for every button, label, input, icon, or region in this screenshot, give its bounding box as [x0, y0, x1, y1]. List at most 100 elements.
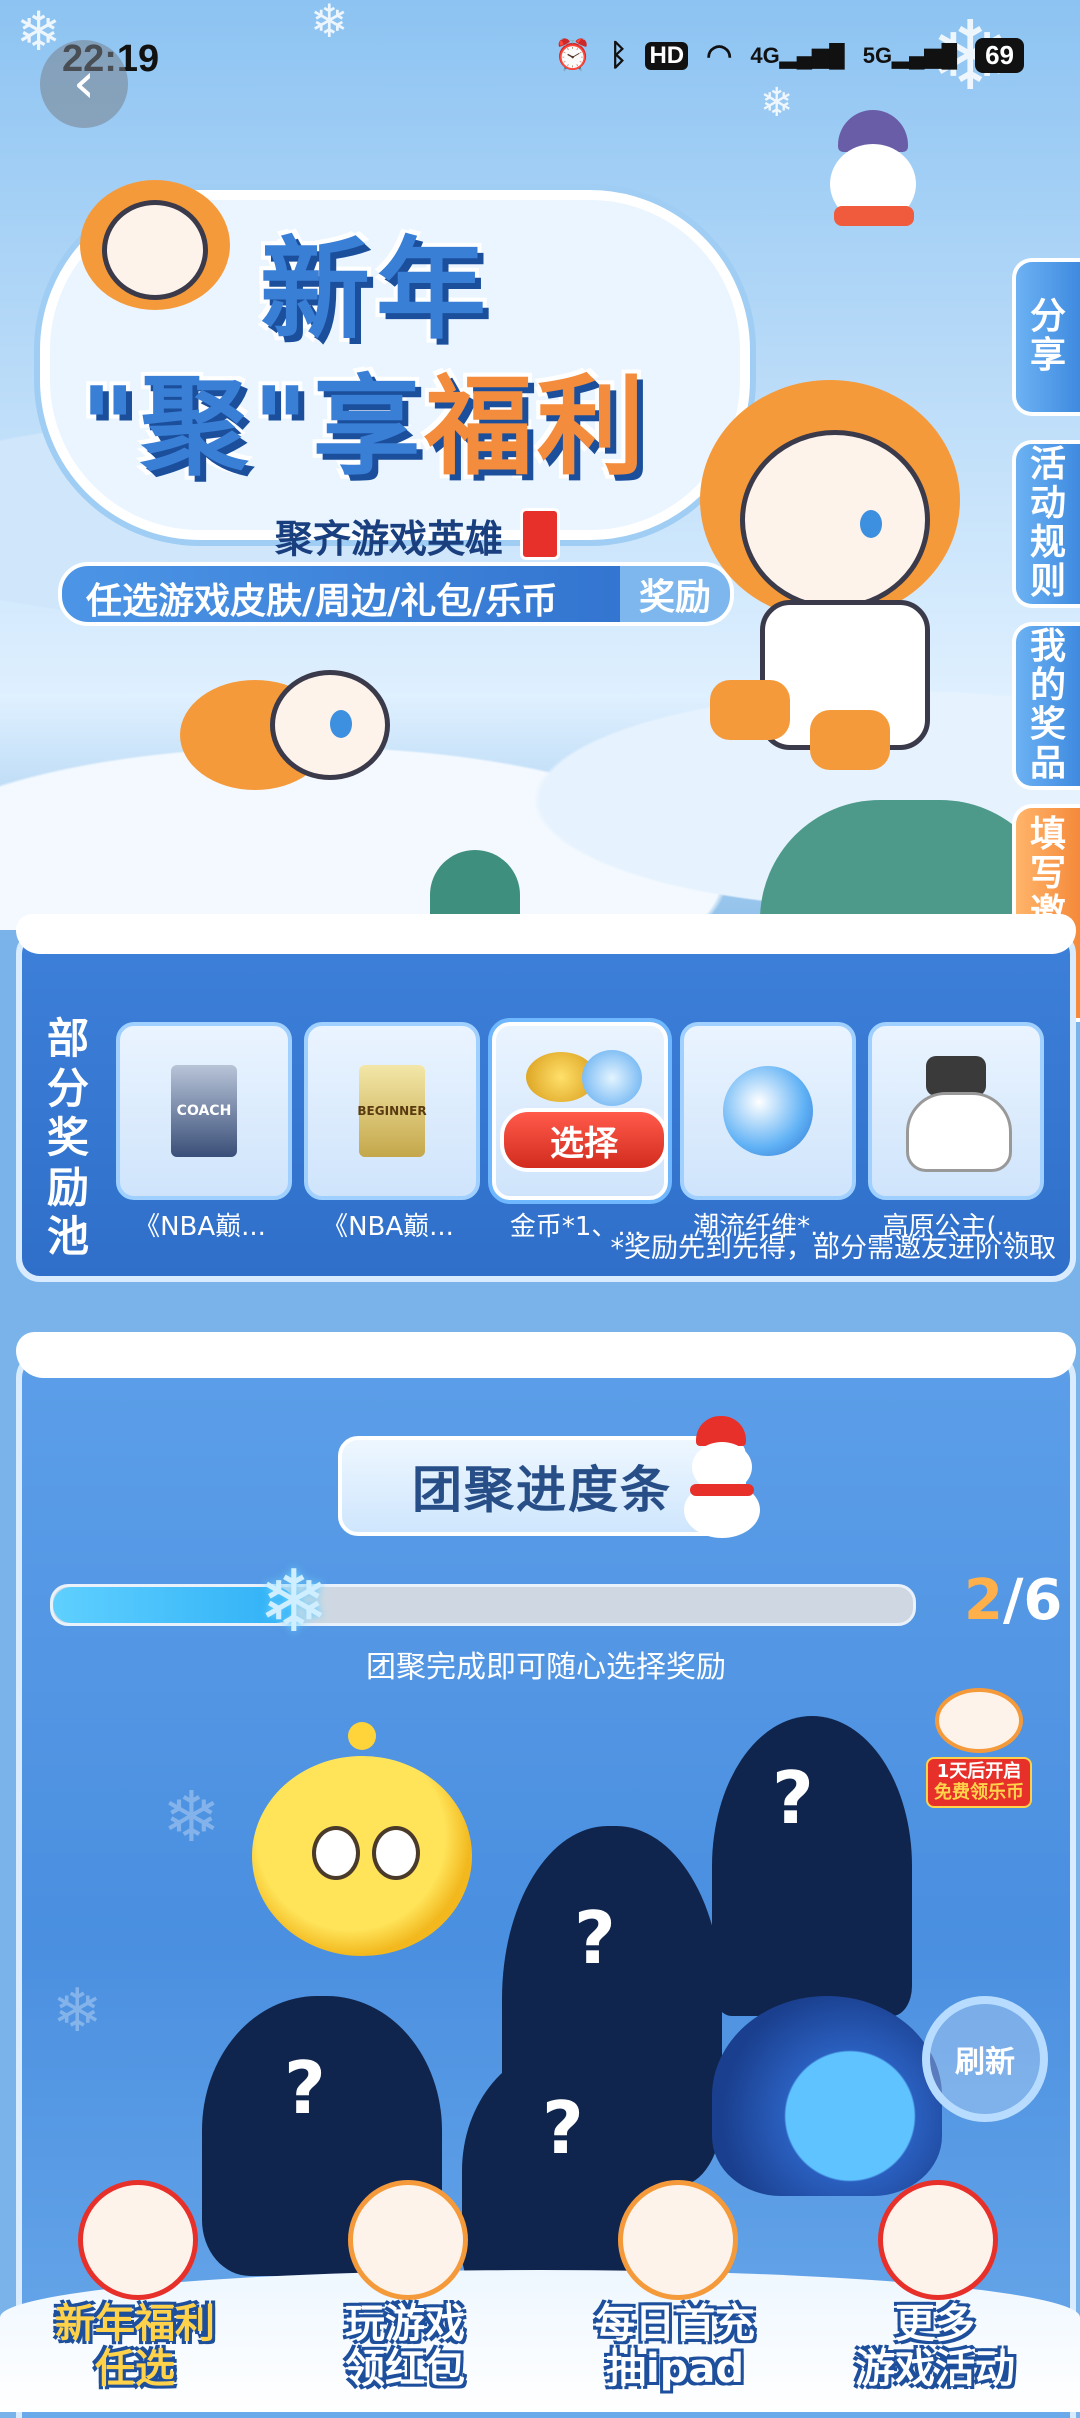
side-tab-invite-char: 写: [1029, 852, 1066, 894]
reward-item[interactable]: BEGINNER 《NBA巅...: [304, 1022, 480, 1243]
reward-card: [680, 1022, 856, 1200]
side-tab-share-char: 分: [1029, 296, 1066, 338]
battery-icon: 69: [975, 38, 1024, 73]
promo-badge: 1天后开启 免费领乐币: [926, 1756, 1032, 1808]
mascot-nav-icon: [348, 2180, 468, 2300]
snowflake-icon: ❄: [162, 1776, 221, 1858]
locked-hero-question: ?: [574, 1896, 616, 1980]
nav-daily-recharge[interactable]: 每日首充 抽ipad: [550, 2160, 800, 2412]
nav-more-activities[interactable]: 更多 游戏活动: [810, 2160, 1060, 2412]
title-quote: "聚": [80, 365, 313, 490]
title-line-2: "聚"享福利: [80, 340, 649, 496]
pool-label-char: 励: [46, 1162, 89, 1212]
nav-label: 更多 游戏活动: [810, 2302, 1060, 2392]
side-tab-prizes-char: 品: [1029, 742, 1066, 784]
mascot-large-winking: [680, 360, 1000, 780]
back-button[interactable]: ‹: [40, 40, 128, 128]
side-tab-rules-char: 动: [1029, 483, 1066, 525]
reward-item[interactable]: COACH 《NBA巅...: [116, 1022, 292, 1243]
reward-banner-text: 任选游戏皮肤/周边/礼包/乐币: [86, 581, 558, 622]
title-share: 享: [312, 365, 425, 490]
nav-label-line: 每日首充: [595, 2301, 755, 2347]
side-tab-share[interactable]: 分 享: [1012, 258, 1080, 416]
alarm-icon: ⏰: [554, 39, 592, 72]
locked-hero-question: ?: [284, 2046, 326, 2130]
pool-label-char: 分: [46, 1063, 89, 1113]
side-tab-prizes-char: 奖: [1029, 704, 1066, 745]
nav-new-year-welfare[interactable]: 新年福利 任选: [10, 2160, 260, 2412]
snowman-icon: [682, 1416, 762, 1538]
reward-pool-label: 部 分 奖 励 池: [40, 1014, 96, 1262]
red-envelope-icon: [520, 508, 560, 560]
side-tab-invite-char: 填: [1029, 813, 1066, 855]
5g-signal-icon: 5G▂▄▆█: [862, 42, 958, 68]
snow-cap: [16, 914, 1076, 954]
progress-count: 2/6: [964, 1568, 1062, 1633]
nav-label: 新年福利 任选: [10, 2302, 260, 2392]
side-tab-rules-char: 则: [1029, 560, 1066, 602]
pool-label-char: 部: [46, 1014, 89, 1063]
reward-pool-note: *奖励先到先得，部分需邀友进阶领取: [610, 1233, 1057, 1264]
status-bar: 22:19 ⏰ ᛒ HD ◠ 4G▂▄▆█ 5G▂▄▆█ 69: [0, 0, 1080, 120]
fiber-orb-icon: [723, 1066, 813, 1156]
nav-label-line: 领红包: [345, 2345, 465, 2392]
reward-item[interactable]: 潮流纤维*...: [680, 1022, 856, 1243]
side-tab-prizes-char: 我: [1029, 626, 1066, 668]
select-button[interactable]: 选择: [500, 1108, 668, 1172]
nav-label-line: 更多: [895, 2301, 975, 2347]
progress-bar: ❄: [50, 1557, 916, 1647]
reward-item-name: 《NBA巅...: [134, 1212, 266, 1242]
reward-item-name: 《NBA巅...: [322, 1212, 454, 1242]
status-icons: ⏰ ᛒ HD ◠ 4G▂▄▆█ 5G▂▄▆█ 69: [554, 38, 1024, 73]
reward-item-selected[interactable]: 选择 金币*1、...: [492, 1022, 668, 1243]
mascot-nav-icon: [878, 2180, 998, 2300]
nav-label-line: 新年福利: [55, 2301, 215, 2347]
nav-label-line: 抽ipad: [606, 2345, 744, 2392]
pool-label-char: 池: [46, 1212, 89, 1262]
pool-label-char: 奖: [46, 1113, 89, 1163]
promo-line-1: 1天后开启: [936, 1760, 1022, 1782]
reward-pool-panel: 部 分 奖 励 池 COACH 《NBA巅... BEGINNER 《NBA巅.…: [16, 914, 1076, 1282]
bottom-nav: 新年福利 任选 玩游戏 领红包 每日首充 抽ipad 更多 游戏活动: [0, 2160, 1080, 2412]
refresh-label: 刷新: [955, 2045, 1015, 2080]
reward-card: COACH: [116, 1022, 292, 1200]
reward-card: BEGINNER: [304, 1022, 480, 1200]
bluetooth-icon: ᛒ: [609, 38, 628, 72]
reward-item[interactable]: 高原公主(...: [868, 1022, 1044, 1243]
nav-label-line: 任选: [95, 2345, 175, 2392]
mascot-promo-icon: [935, 1688, 1023, 1753]
nav-label-line: 玩游戏: [345, 2301, 465, 2347]
mascot-small-waving: [80, 180, 230, 330]
blue-orb-icon: [582, 1050, 642, 1106]
hd-icon: HD: [645, 41, 689, 70]
hero-subtitle: 聚齐游戏英雄: [275, 517, 504, 561]
net-label-5g: 5G: [862, 42, 893, 68]
mascot-lying: [180, 660, 410, 800]
promo-free-coins[interactable]: 1天后开启 免费领乐币: [914, 1688, 1044, 1808]
net-label-4g: 4G: [750, 42, 780, 68]
side-tab-rules-char: 活: [1029, 444, 1066, 486]
promo-line-2: 免费领乐币: [934, 1782, 1024, 1804]
reward-card: [868, 1022, 1044, 1200]
nav-label: 每日首充 抽ipad: [550, 2302, 800, 2392]
progress-subtitle: 团聚完成即可随心选择奖励: [366, 1650, 726, 1685]
hero-banner: ❄ ❄ ❄ ❄ 22:19 ⏰ ᛒ HD ◠ 4G▂▄▆█ 5G▂▄▆█ 69 …: [0, 0, 1080, 930]
snowman-decoration: [820, 110, 930, 240]
title-welfare: 福利: [424, 365, 649, 490]
pack-text: COACH: [176, 1103, 232, 1119]
reward-pool-list: COACH 《NBA巅... BEGINNER 《NBA巅... 选择 金币*1…: [116, 1022, 1044, 1243]
costume-icon: [906, 1056, 1012, 1172]
reward-card: 选择: [492, 1022, 668, 1200]
side-tab-my-prizes[interactable]: 我 的 奖 品: [1012, 622, 1080, 790]
refresh-button[interactable]: 刷新: [922, 1996, 1048, 2122]
progress-current: 2: [964, 1568, 1003, 1633]
side-tab-rules[interactable]: 活 动 规 则: [1012, 440, 1080, 608]
locked-hero-question: ?: [772, 1756, 814, 1840]
progress-total: /6: [1002, 1568, 1063, 1633]
snow-cap: [16, 1332, 1076, 1378]
mascot-nav-icon: [618, 2180, 738, 2300]
title-line-1: 新年: [260, 226, 492, 354]
nav-play-games[interactable]: 玩游戏 领红包: [280, 2160, 530, 2412]
snowflake-marker-icon: ❄: [257, 1552, 330, 1652]
side-tab-share-char: 享: [1029, 335, 1066, 376]
